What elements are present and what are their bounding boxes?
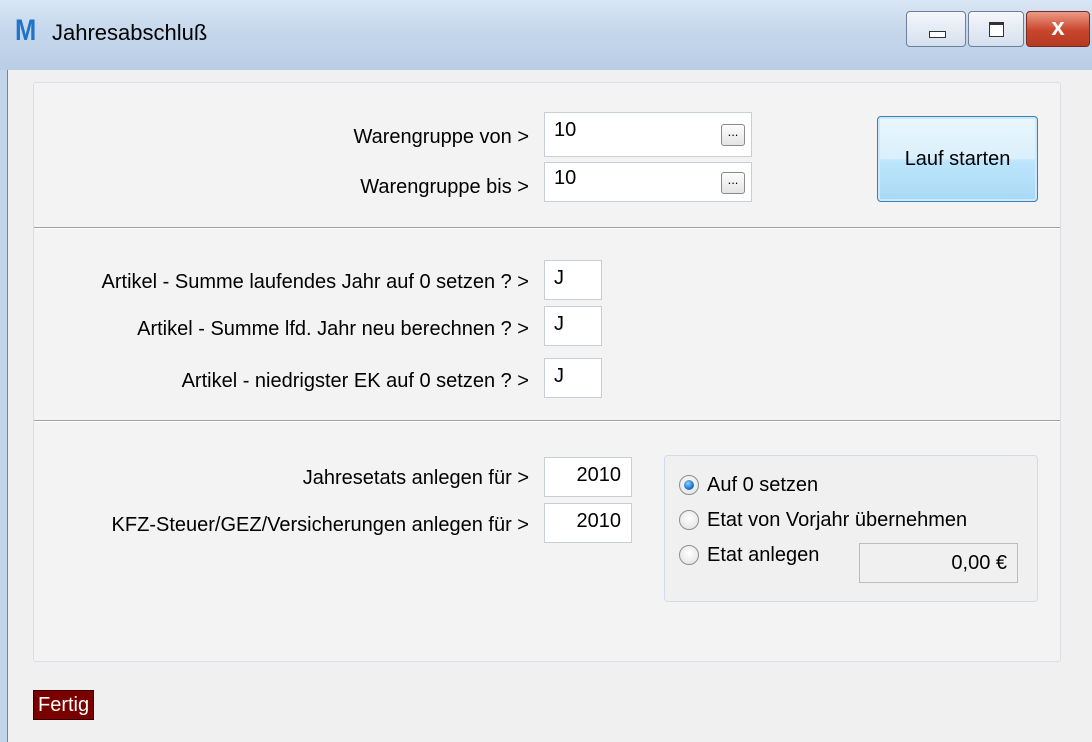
maximize-icon <box>989 22 1004 37</box>
window: M Jahresabschluß x Warengruppe von > 10 … <box>0 0 1092 742</box>
minimize-icon <box>929 31 946 38</box>
summe-neu-berechnen-label: Artikel - Summe lfd. Jahr neu berechnen … <box>137 318 529 340</box>
section-divider-1 <box>34 227 1060 229</box>
radio-etat-vorjahr[interactable] <box>679 510 699 530</box>
maximize-button[interactable] <box>968 11 1024 47</box>
radio-etat-vorjahr-label[interactable]: Etat von Vorjahr übernehmen <box>707 509 967 532</box>
jahresetats-label: Jahresetats anlegen für > <box>302 467 529 489</box>
close-button[interactable]: x <box>1026 11 1090 47</box>
summe-neu-berechnen-value: J <box>554 313 564 335</box>
niedrigster-ek-label: Artikel - niedrigster EK auf 0 setzen ? … <box>181 370 529 392</box>
radio-auf-0-setzen[interactable] <box>679 475 699 495</box>
window-frame-edge <box>7 70 8 742</box>
summe-neu-berechnen-input[interactable]: J <box>544 306 602 346</box>
warengruppe-von-input[interactable]: 10 ... <box>544 112 752 157</box>
kfz-steuer-year-input[interactable]: 2010 <box>544 503 632 543</box>
summe-laufendes-jahr-label: Artikel - Summe laufendes Jahr auf 0 set… <box>101 271 529 293</box>
section-divider-2 <box>34 420 1060 422</box>
jahresetats-year-input[interactable]: 2010 <box>544 457 632 497</box>
lauf-starten-button[interactable]: Lauf starten <box>877 116 1038 202</box>
app-logo-icon: M <box>15 14 37 47</box>
kfz-steuer-label: KFZ-Steuer/GEZ/Versicherungen anlegen fü… <box>111 514 529 536</box>
summe-laufendes-jahr-input[interactable]: J <box>544 260 602 300</box>
radio-auf-0-setzen-label[interactable]: Auf 0 setzen <box>707 474 818 497</box>
status-label: Fertig <box>33 690 95 720</box>
window-title: Jahresabschluß <box>52 20 208 45</box>
warengruppe-bis-input[interactable]: 10 ... <box>544 162 752 202</box>
niedrigster-ek-value: J <box>554 365 564 387</box>
niedrigster-ek-input[interactable]: J <box>544 358 602 398</box>
kfz-steuer-year-value: 2010 <box>576 510 622 532</box>
etat-amount-field[interactable]: 0,00 € <box>859 543 1018 583</box>
radio-etat-anlegen[interactable] <box>679 545 699 565</box>
warengruppe-bis-label: Warengruppe bis > <box>360 176 529 198</box>
title-bar[interactable]: M Jahresabschluß x <box>0 0 1092 70</box>
etat-amount-value: 0,00 € <box>951 552 1007 574</box>
warengruppe-von-value: 10 <box>554 119 577 141</box>
close-icon: x <box>1051 14 1065 41</box>
warengruppe-bis-value: 10 <box>554 167 577 189</box>
warengruppe-von-label: Warengruppe von > <box>353 126 529 148</box>
radio-etat-anlegen-label[interactable]: Etat anlegen <box>707 544 819 567</box>
minimize-button[interactable] <box>906 11 966 47</box>
warengruppe-von-browse-button[interactable]: ... <box>721 124 745 146</box>
warengruppe-bis-browse-button[interactable]: ... <box>721 172 745 194</box>
summe-laufendes-jahr-value: J <box>554 267 564 289</box>
jahresetats-year-value: 2010 <box>576 464 622 486</box>
